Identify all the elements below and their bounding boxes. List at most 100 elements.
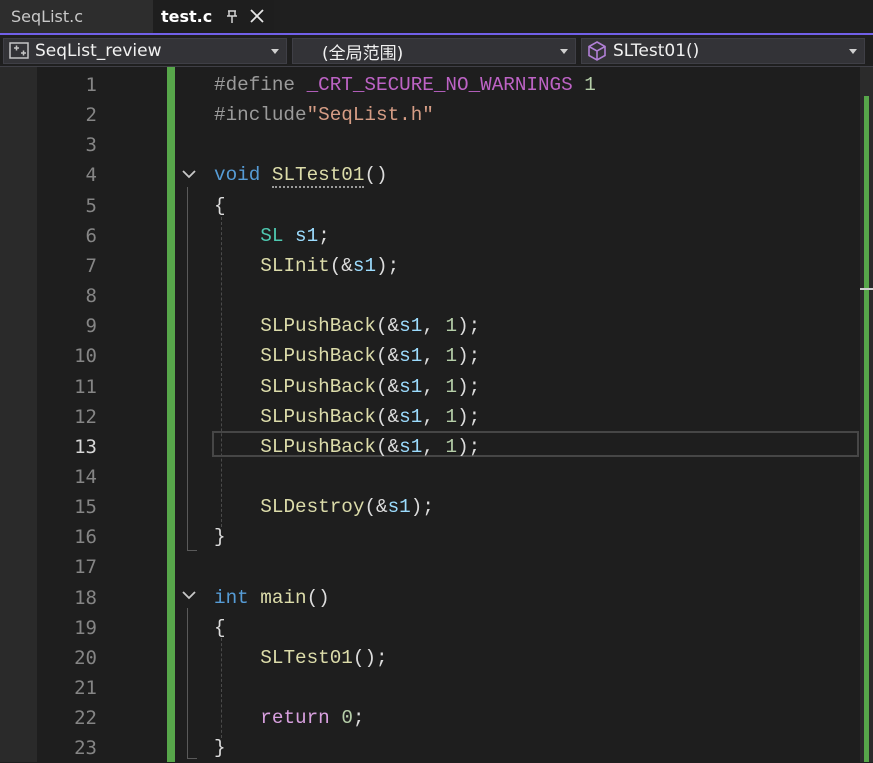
code-token: () xyxy=(364,164,388,187)
function-dropdown[interactable]: SLTest01() xyxy=(581,38,865,64)
code-token: SLDestroy xyxy=(260,496,365,519)
code-token: } xyxy=(214,526,226,549)
code-token: SLTest01 xyxy=(271,164,365,189)
code-token: } xyxy=(214,737,226,760)
pin-icon[interactable] xyxy=(224,7,240,25)
line-number: 17 xyxy=(74,556,97,579)
chevron-down-icon xyxy=(271,49,279,54)
code-token: ); xyxy=(410,496,434,519)
vertical-scrollbar[interactable] xyxy=(860,67,873,762)
chevron-down-icon[interactable] xyxy=(180,165,198,183)
line-number: 16 xyxy=(74,526,97,549)
code-token: s1 xyxy=(352,254,377,277)
navigation-bar: SeqList_review (全局范围) SLTest01() xyxy=(0,35,873,67)
code-line[interactable]: SLDestroy(&s1); xyxy=(214,492,434,522)
tab-strip: SeqList.c test.c xyxy=(0,0,873,33)
code-token: #include xyxy=(214,104,307,127)
code-token: ; xyxy=(318,224,330,247)
code-token: _CRT_SECURE_NO_WARNINGS xyxy=(306,74,573,96)
code-line[interactable]: SLTest01(); xyxy=(214,643,387,673)
chevron-down-icon xyxy=(849,49,857,54)
fold-guide-end xyxy=(187,758,197,759)
code-token: 0 xyxy=(341,707,353,730)
code-line[interactable]: return 0; xyxy=(214,703,364,733)
line-number: 4 xyxy=(85,164,97,187)
code-line[interactable]: SLInit(&s1); xyxy=(214,251,399,281)
tab-label: test.c xyxy=(161,7,213,26)
code-token: ; xyxy=(352,707,365,730)
code-token: { xyxy=(214,194,226,217)
line-number: 10 xyxy=(74,345,97,368)
code-line[interactable]: SLPushBack(&s1, 1); xyxy=(214,311,480,341)
code-line[interactable]: SLPushBack(&s1, 1); xyxy=(214,402,480,432)
line-number: 21 xyxy=(74,677,97,699)
code-token: , xyxy=(422,345,446,368)
code-token: (& xyxy=(376,315,400,338)
line-number: 14 xyxy=(74,465,97,488)
code-line[interactable]: } xyxy=(214,733,226,763)
code-token: return xyxy=(260,707,330,730)
code-line[interactable]: #include"SeqList.h" xyxy=(214,100,434,130)
code-token: s1 xyxy=(399,345,423,368)
code-line[interactable]: SLPushBack(&s1, 1); xyxy=(214,341,480,371)
code-token: SLPushBack xyxy=(260,375,377,398)
line-number-gutter: 1 2 3 4 5 6 7 8 9 10 11 12 13 14 15 16 17 18 19 20 21 22 23 xyxy=(37,67,97,762)
code-token: s1 xyxy=(387,496,411,519)
code-token: ); xyxy=(457,435,481,458)
line-number: 9 xyxy=(85,315,97,338)
tab-seqlist-c[interactable]: SeqList.c xyxy=(0,0,153,33)
code-token: 1 xyxy=(572,74,596,96)
line-number: 15 xyxy=(74,496,97,519)
fold-guide xyxy=(187,187,188,550)
scrollbar-caret-marker xyxy=(860,288,873,290)
code-token: (& xyxy=(376,405,400,428)
fold-guide-end xyxy=(187,550,197,551)
code-line[interactable]: { xyxy=(214,613,226,643)
line-number: 8 xyxy=(85,285,97,308)
code-line[interactable]: SLPushBack(&s1, 1); xyxy=(214,372,480,402)
code-token: (& xyxy=(376,375,400,398)
fold-guide xyxy=(187,608,188,758)
code-token: SLPushBack xyxy=(260,405,377,428)
code-token: (& xyxy=(376,435,400,458)
tab-test-c[interactable]: test.c xyxy=(153,0,274,33)
code-line[interactable]: void SLTest01() xyxy=(214,160,388,190)
code-line[interactable]: SLPushBack(&s1, 1); xyxy=(214,432,480,462)
code-token: s1 xyxy=(399,435,423,458)
code-editor[interactable]: 1 2 3 4 5 6 7 8 9 10 11 12 13 14 15 16 17 18 19 20 21 22 23 #d… xyxy=(0,67,873,762)
chevron-down-icon[interactable] xyxy=(180,586,198,604)
line-number: 1 xyxy=(85,74,97,96)
code-token: SL xyxy=(260,224,284,247)
scope-dropdown[interactable]: (全局范围) xyxy=(292,38,576,64)
code-token: SLTest01 xyxy=(260,646,353,669)
code-token: 1 xyxy=(445,375,458,398)
code-token: SLPushBack xyxy=(260,435,377,458)
code-line[interactable]: #define _CRT_SECURE_NO_WARNINGS 1 xyxy=(214,70,596,100)
code-line[interactable]: } xyxy=(214,522,226,552)
code-line[interactable]: int main() xyxy=(214,583,330,613)
line-number: 13 xyxy=(74,435,97,458)
code-token: SLPushBack xyxy=(260,345,377,368)
code-token: main xyxy=(260,586,307,609)
code-token: ); xyxy=(457,405,481,428)
code-line[interactable]: SL s1; xyxy=(214,221,330,251)
project-dropdown[interactable]: SeqList_review xyxy=(3,38,287,64)
code-token: 1 xyxy=(445,315,458,338)
code-area[interactable]: #define _CRT_SECURE_NO_WARNINGS 1 #includ… xyxy=(214,67,858,762)
project-icon xyxy=(9,42,29,59)
scrollbar-change-marker xyxy=(864,96,869,762)
code-line[interactable]: { xyxy=(214,191,226,221)
close-icon[interactable] xyxy=(249,8,265,24)
scope-name: (全局范围) xyxy=(322,43,404,64)
code-token: 1 xyxy=(445,405,458,428)
code-token: #define xyxy=(214,74,307,96)
